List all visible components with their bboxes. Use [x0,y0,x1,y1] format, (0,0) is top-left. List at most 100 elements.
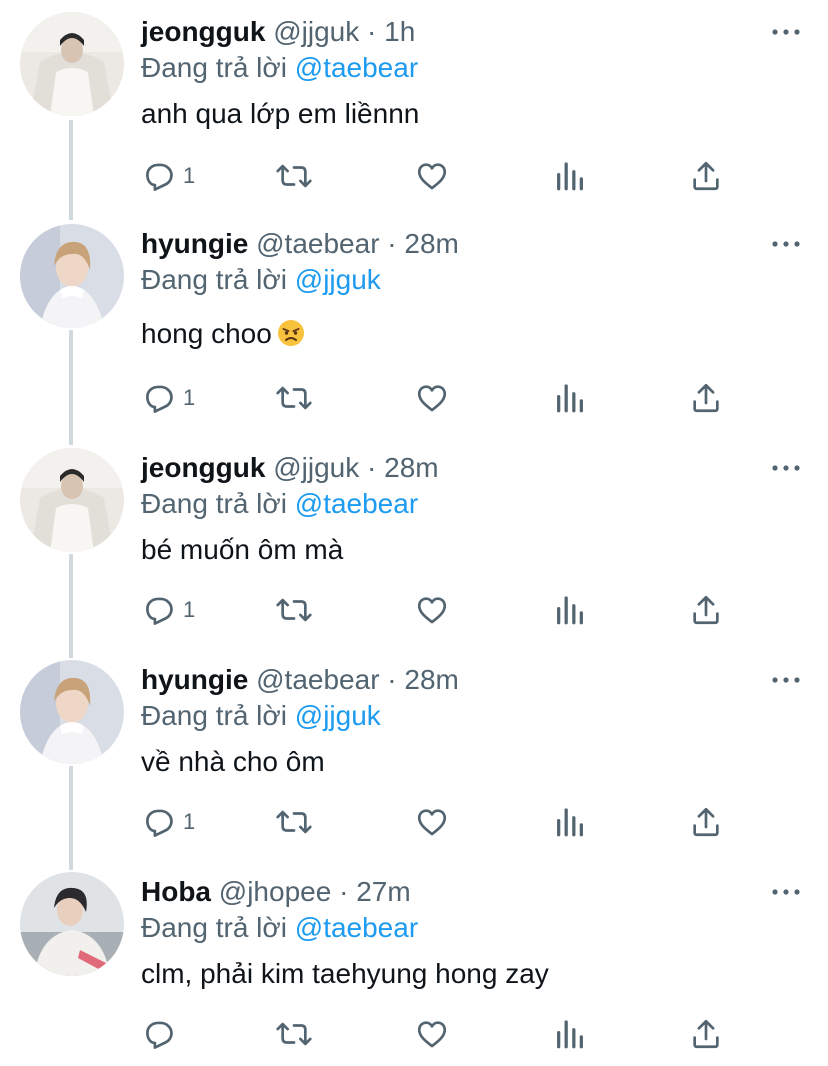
retweet-button[interactable] [275,802,313,842]
reply-icon [146,163,173,191]
handle[interactable]: @taebear [256,664,379,695]
share-button[interactable] [689,156,723,196]
tweet-header: hyungie @taebear · 28m [141,660,459,700]
separator: · [387,664,397,695]
like-button[interactable] [415,590,449,630]
like-icon [417,385,447,412]
reply-count: 1 [183,809,196,834]
like-button[interactable] [415,1014,449,1054]
replying-to: Đang trả lời @jjguk [141,696,381,736]
more-icon[interactable] [770,24,802,40]
timestamp[interactable]: 1h [384,16,415,47]
like-button[interactable] [415,802,449,842]
retweet-button[interactable] [275,156,313,196]
share-icon [693,595,719,625]
analytics-button[interactable] [553,1014,587,1054]
hyungie-avatar[interactable] [20,224,124,328]
mention-link[interactable]: @taebear [295,488,418,519]
reply-button[interactable]: 1 [141,378,195,418]
retweet-icon [276,1022,312,1046]
tweet-text-wrap: hong choo [141,314,306,354]
analytics-icon [557,162,583,191]
analytics-icon [557,1020,583,1049]
tweet[interactable]: jeongguk @jjguk · 1h Đang trả lời @taebe… [0,12,828,212]
reply-button[interactable]: 1 [141,590,195,630]
conversation-thread: jeongguk @jjguk · 1h Đang trả lời @taebe… [0,0,828,1066]
jeongguk-avatar[interactable] [20,448,124,552]
handle[interactable]: @taebear [256,228,379,259]
like-button[interactable] [415,378,449,418]
like-icon [417,597,447,624]
replying-to-label: Đang trả lời [141,912,287,943]
analytics-button[interactable] [553,156,587,196]
analytics-icon [557,808,583,837]
reply-count: 1 [183,385,196,410]
analytics-button[interactable] [553,378,587,418]
more-icon[interactable] [770,460,802,476]
retweet-icon [276,810,312,834]
tweet-header: jeongguk @jjguk · 28m [141,448,439,488]
jeongguk-avatar[interactable] [20,12,124,116]
display-name[interactable]: hyungie [141,228,248,259]
hoba-avatar[interactable] [20,872,124,976]
share-icon [693,161,719,191]
mention-link[interactable]: @jjguk [295,264,381,295]
share-button[interactable] [689,1014,723,1054]
replying-to-label: Đang trả lời [141,488,287,519]
mention-link[interactable]: @taebear [295,912,418,943]
tweet-actions [141,1014,741,1054]
tweet-text: về nhà cho ôm [141,746,325,777]
handle[interactable]: @jjguk [273,16,359,47]
tweet-header: hyungie @taebear · 28m [141,224,459,264]
more-icon[interactable] [770,236,802,252]
display-name[interactable]: jeongguk [141,452,265,483]
timestamp[interactable]: 28m [404,228,458,259]
tweet-actions: 1 [141,378,741,418]
analytics-button[interactable] [553,802,587,842]
replying-to-label: Đang trả lời [141,700,287,731]
tweet-header: Hoba @jhopee · 27m [141,872,411,912]
timestamp[interactable]: 28m [404,664,458,695]
analytics-button[interactable] [553,590,587,630]
timestamp[interactable]: 27m [356,876,410,907]
reply-button[interactable] [141,1014,183,1054]
more-icon[interactable] [770,884,802,900]
display-name[interactable]: jeongguk [141,16,265,47]
tweet-text: hong choo [141,318,272,349]
reply-count: 1 [183,597,196,622]
tweet[interactable]: Hoba @jhopee · 27m Đang trả lời @taebear… [0,872,828,1066]
like-button[interactable] [415,156,449,196]
retweet-button[interactable] [275,590,313,630]
separator: · [387,228,397,259]
timestamp[interactable]: 28m [384,452,438,483]
tweet[interactable]: hyungie @taebear · 28m Đang trả lời @jjg… [0,224,828,434]
retweet-button[interactable] [275,1014,313,1054]
replying-to: Đang trả lời @jjguk [141,260,381,300]
reply-button[interactable]: 1 [141,802,195,842]
display-name[interactable]: Hoba [141,876,211,907]
replying-to: Đang trả lời @taebear [141,484,418,524]
reply-button[interactable]: 1 [141,156,195,196]
replying-to: Đang trả lời @taebear [141,48,418,88]
mention-link[interactable]: @jjguk [295,700,381,731]
handle[interactable]: @jjguk [273,452,359,483]
share-button[interactable] [689,802,723,842]
more-icon[interactable] [770,672,802,688]
tweet[interactable]: jeongguk @jjguk · 28m Đang trả lời @taeb… [0,448,828,648]
tweet-actions: 1 [141,802,741,842]
hyungie-avatar[interactable] [20,660,124,764]
share-button[interactable] [689,590,723,630]
handle[interactable]: @jhopee [219,876,332,907]
retweet-button[interactable] [275,378,313,418]
reply-icon [146,385,173,413]
replying-to: Đang trả lời @taebear [141,908,418,948]
share-icon [693,807,719,837]
share-button[interactable] [689,378,723,418]
analytics-icon [557,596,583,625]
display-name[interactable]: hyungie [141,664,248,695]
mention-link[interactable]: @taebear [295,52,418,83]
like-icon [417,163,447,190]
like-icon [417,809,447,836]
share-icon [693,1019,719,1049]
tweet[interactable]: hyungie @taebear · 28m Đang trả lời @jjg… [0,660,828,860]
